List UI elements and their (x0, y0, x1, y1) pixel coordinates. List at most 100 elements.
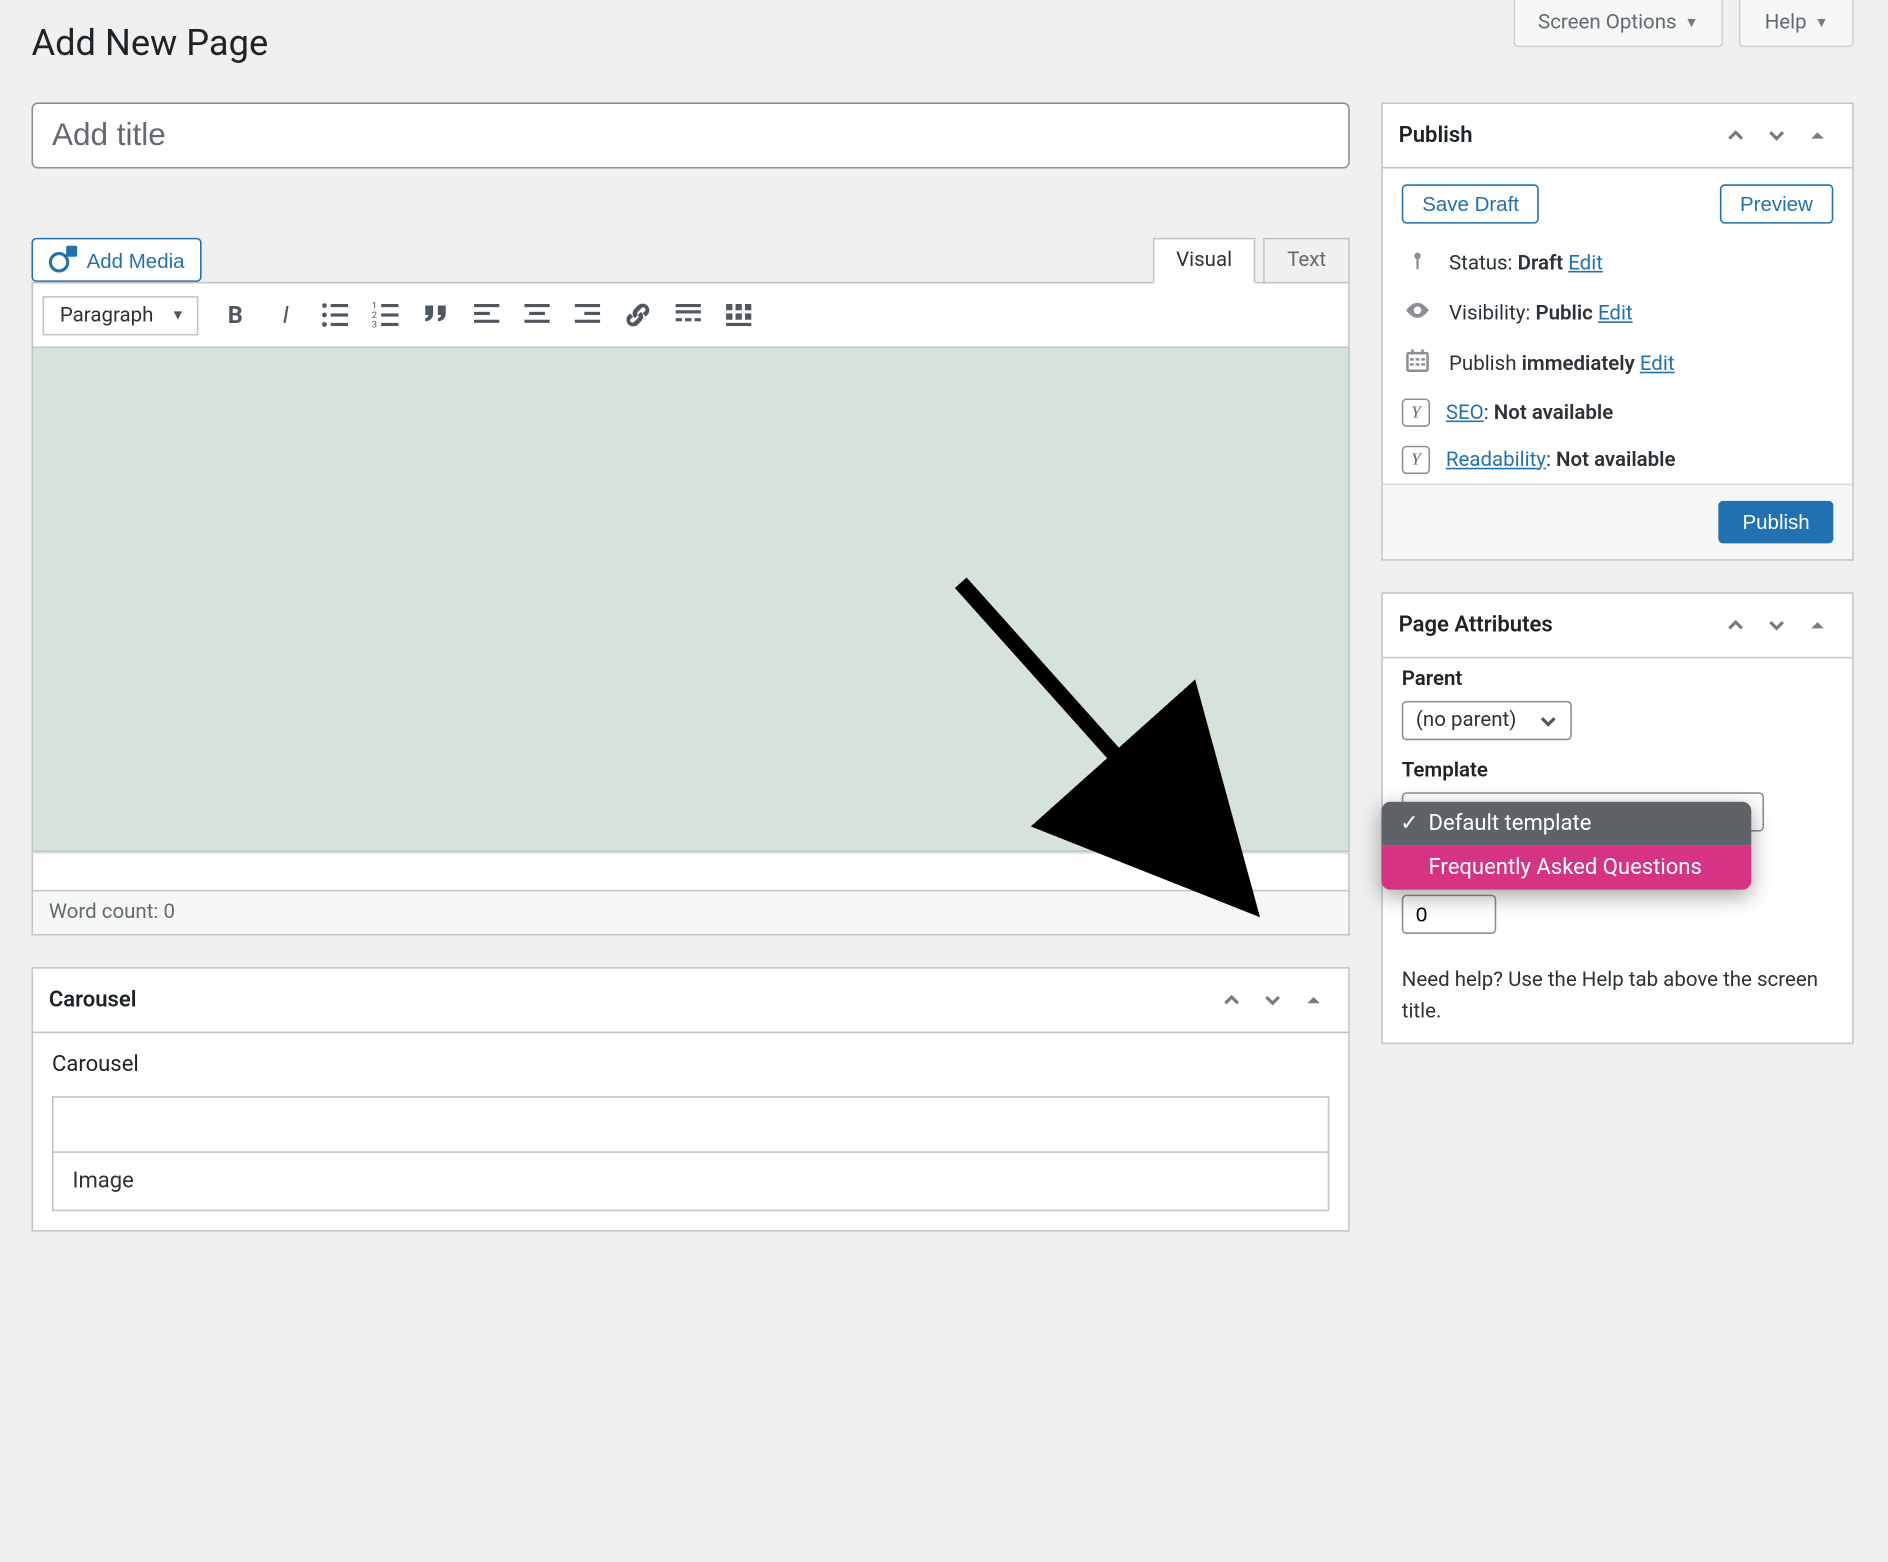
edit-publish-link[interactable]: Edit (1640, 352, 1675, 376)
template-option-faq[interactable]: Frequently Asked Questions (1381, 846, 1751, 890)
toggle-button[interactable] (1295, 981, 1333, 1019)
eye-icon (1402, 298, 1434, 330)
align-left-button[interactable] (464, 291, 511, 338)
edit-status-link[interactable]: Edit (1568, 252, 1603, 276)
help-label: Help (1765, 11, 1807, 35)
blockquote-button[interactable] (413, 291, 460, 338)
status-label: Status: (1449, 252, 1513, 276)
seo-value: Not available (1494, 401, 1614, 425)
editor-toolbar: Paragraph ▼ B I 123 (32, 282, 1350, 348)
chevron-up-icon (1222, 991, 1241, 1010)
parent-label: Parent (1402, 668, 1834, 692)
bullet-list-button[interactable] (313, 291, 360, 338)
screen-options-label: Screen Options (1538, 11, 1677, 35)
chevron-down-icon (1767, 126, 1786, 145)
move-up-button[interactable] (1213, 981, 1251, 1019)
align-left-icon (472, 299, 504, 331)
carousel-image-cell: Image (54, 1151, 1328, 1209)
add-media-label: Add Media (87, 248, 185, 272)
preview-button[interactable]: Preview (1720, 184, 1834, 223)
seo-row: Y SEO: Not available (1383, 389, 1852, 436)
toggle-button[interactable] (1799, 117, 1837, 155)
publish-button[interactable]: Publish (1719, 501, 1833, 544)
quote-icon (421, 299, 453, 331)
toggle-button[interactable] (1799, 606, 1837, 644)
carousel-inner-label: Carousel (33, 1033, 1348, 1096)
order-input[interactable] (1402, 895, 1497, 934)
status-value: Draft (1518, 252, 1564, 276)
format-select[interactable]: Paragraph ▼ (43, 295, 200, 334)
chevron-down-icon: ▼ (1684, 14, 1698, 31)
chevron-down-icon: ▼ (171, 306, 185, 323)
yoast-icon: Y (1402, 446, 1430, 474)
move-up-button[interactable] (1717, 606, 1755, 644)
bullet-list-icon (320, 299, 352, 331)
seo-link[interactable]: SEO (1446, 401, 1484, 425)
move-up-button[interactable] (1717, 117, 1755, 155)
readability-link[interactable]: Readability (1446, 448, 1546, 472)
kitchen-sink-icon (724, 299, 756, 331)
word-count-label: Word count: (49, 901, 159, 925)
link-button[interactable] (615, 291, 662, 338)
chevron-down-icon: ▼ (1815, 14, 1829, 31)
italic-button[interactable]: I (262, 291, 309, 338)
editor-status-bar: Word count: 0 (32, 891, 1350, 935)
media-icon (49, 246, 77, 274)
chevron-down-icon (1263, 991, 1282, 1010)
status-row: Status: Draft Edit (1383, 239, 1852, 288)
align-right-button[interactable] (565, 291, 612, 338)
editor-body[interactable] (32, 348, 1350, 852)
align-right-icon (572, 299, 604, 331)
align-center-button[interactable] (514, 291, 561, 338)
edit-visibility-link[interactable]: Edit (1598, 302, 1633, 326)
visibility-value: Public (1535, 302, 1592, 326)
editor-footer (32, 852, 1350, 891)
help-tab[interactable]: Help ▼ (1739, 0, 1853, 47)
svg-text:3: 3 (372, 320, 377, 331)
tab-text[interactable]: Text (1264, 238, 1350, 284)
visibility-row: Visibility: Public Edit (1383, 288, 1852, 338)
carousel-inner-table: Image (52, 1096, 1329, 1211)
readmore-button[interactable] (665, 291, 712, 338)
readability-value: Not available (1556, 448, 1676, 472)
page-attributes-postbox: Page Attributes Parent (no parent) (1381, 592, 1854, 1044)
move-down-button[interactable] (1254, 981, 1292, 1019)
triangle-up-icon (1808, 126, 1827, 145)
check-icon: ✓ (1400, 811, 1419, 836)
template-option-default-label: Default template (1429, 811, 1592, 836)
publish-on-row: Publish immediately Edit (1383, 339, 1852, 389)
tab-visual[interactable]: Visual (1152, 238, 1255, 284)
chevron-down-icon (1538, 711, 1557, 730)
publish-title: Publish (1399, 123, 1473, 148)
number-list-button[interactable]: 123 (363, 291, 410, 338)
align-center-icon (522, 299, 554, 331)
chevron-up-icon (1726, 126, 1745, 145)
template-label: Template (1402, 759, 1834, 783)
visibility-label: Visibility: (1449, 302, 1530, 326)
publish-postbox: Publish Save Draft Preview (1381, 102, 1854, 560)
save-draft-button[interactable]: Save Draft (1402, 184, 1540, 223)
readmore-icon (673, 299, 705, 331)
format-select-value: Paragraph (60, 303, 154, 327)
template-option-faq-label: Frequently Asked Questions (1429, 855, 1702, 880)
template-dropdown: ✓ Default template Frequently Asked Ques… (1381, 802, 1751, 890)
chevron-down-icon (1767, 616, 1786, 635)
triangle-up-icon (1304, 991, 1323, 1010)
word-count-value: 0 (163, 901, 175, 925)
yoast-icon: Y (1402, 398, 1430, 426)
carousel-postbox: Carousel Carousel (32, 967, 1350, 1232)
carousel-title: Carousel (49, 988, 137, 1013)
parent-select[interactable]: (no parent) (1402, 701, 1572, 740)
top-tabs: Screen Options ▼ Help ▼ (1513, 0, 1854, 47)
readability-row: Y Readability: Not available (1383, 436, 1852, 483)
kitchen-sink-button[interactable] (716, 291, 763, 338)
add-media-button[interactable]: Add Media (32, 238, 202, 282)
screen-options-tab[interactable]: Screen Options ▼ (1513, 0, 1724, 47)
move-down-button[interactable] (1758, 117, 1796, 155)
page-attributes-help: Need help? Use the Help tab above the sc… (1383, 950, 1852, 1043)
bold-button[interactable]: B (212, 291, 259, 338)
move-down-button[interactable] (1758, 606, 1796, 644)
triangle-up-icon (1808, 616, 1827, 635)
template-option-default[interactable]: ✓ Default template (1381, 802, 1751, 846)
title-input[interactable] (32, 102, 1350, 168)
